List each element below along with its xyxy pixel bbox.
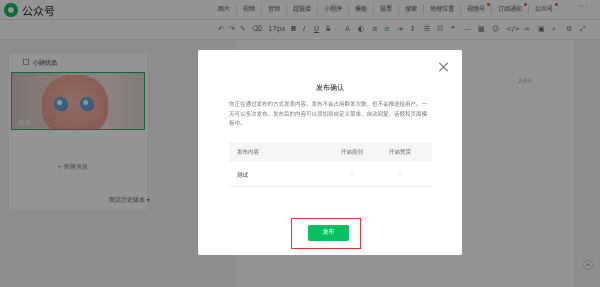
publish-confirm-dialog: 发布确认 你正在通过发布的方式发表内容。发布不会占用群发次数，也不会推送给用户。… [198, 50, 462, 255]
table-row: 测试 -- -- [229, 162, 432, 187]
content-cell: 测试 [237, 173, 249, 179]
column-header: 开启赞赏 [389, 150, 412, 156]
close-icon[interactable] [438, 61, 450, 73]
publish-content-table: 发布内容 开启原创 开启赞赏 测试 -- -- [229, 142, 432, 187]
original-cell: -- [350, 171, 354, 177]
dialog-title: 发布确认 [316, 84, 344, 92]
table-header: 发布内容 开启原创 开启赞赏 [229, 142, 432, 162]
dialog-description: 你正在通过发布的方式发表内容。发布不会占用群发次数，也不会推送给用户。一天可以多… [229, 102, 428, 127]
publish-button[interactable]: 发布 [308, 225, 349, 241]
column-header: 开启原创 [341, 150, 364, 156]
column-header: 发布内容 [237, 150, 260, 156]
reward-cell: -- [398, 171, 402, 177]
